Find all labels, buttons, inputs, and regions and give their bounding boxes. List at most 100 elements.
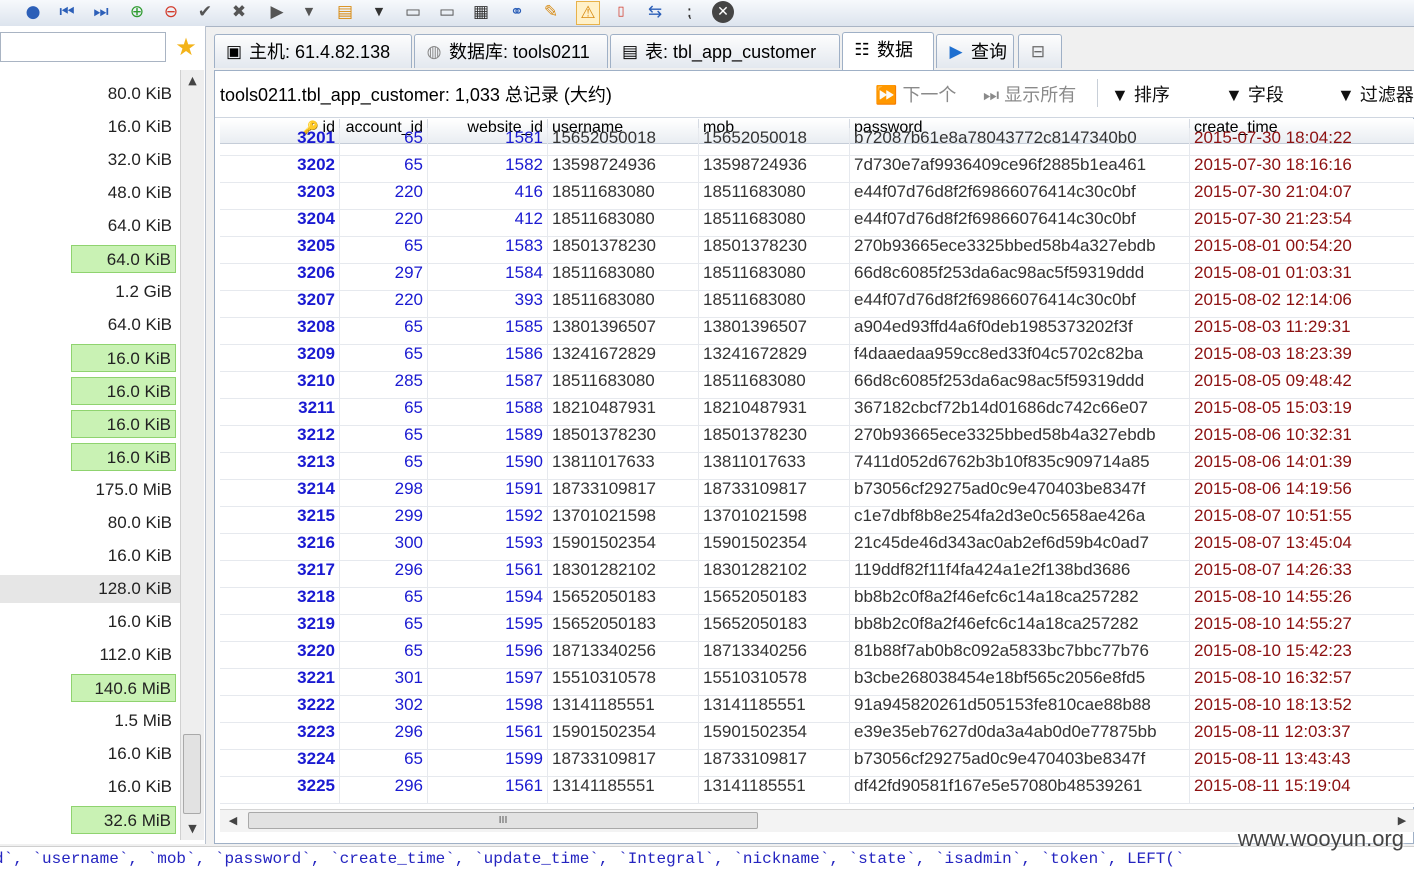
table-row[interactable]: 3222 302 1598 13141185551 13141185551 91a9458… [220, 695, 1414, 723]
cell-website-id[interactable]: 1583 [428, 236, 548, 263]
cell-mob[interactable]: 13241672829 [699, 344, 850, 371]
cell-website-id[interactable]: 1593 [428, 533, 548, 560]
cell-id[interactable]: 3224 [220, 749, 340, 776]
cell-password[interactable]: 66d8c6085f253da6ac98ac5f59319ddd [850, 371, 1190, 398]
cell-create-time[interactable]: 2015-08-10 16:32:57 [1190, 668, 1414, 695]
cell-password[interactable]: bb8b2c0f8a2f46efc6c14a18ca257282 [850, 587, 1190, 614]
cell-website-id[interactable]: 1581 [428, 128, 548, 155]
table-size-item[interactable]: 16.0 KiB [0, 542, 180, 570]
cell-username[interactable]: 13701021598 [548, 506, 699, 533]
cell-account-id[interactable]: 65 [340, 587, 428, 614]
cell-id[interactable]: 3219 [220, 614, 340, 641]
cell-password[interactable]: 81b88f7ab0b8c092a5833bc7bbc77b76 [850, 641, 1190, 668]
table-size-item[interactable]: 80.0 KiB [0, 80, 180, 108]
table-row[interactable]: 3213 65 1590 13811017633 13811017633 7411d052… [220, 452, 1414, 480]
table-row[interactable]: 3206 297 1584 18511683080 18511683080 66d8c60… [220, 263, 1414, 291]
help-icon[interactable]: ● [22, 1, 44, 23]
table-row[interactable]: 3223 296 1561 15901502354 15901502354 e39e35e… [220, 722, 1414, 750]
cell-mob[interactable]: 13801396507 [699, 317, 850, 344]
cell-create-time[interactable]: 2015-08-10 14:55:26 [1190, 587, 1414, 614]
cell-mob[interactable]: 18511683080 [699, 371, 850, 398]
table-row[interactable]: 3210 285 1587 18511683080 18511683080 66d8c60… [220, 371, 1414, 399]
table-size-item[interactable]: 1.5 MiB [0, 707, 180, 735]
table-size-item[interactable]: 175.0 MiB [0, 476, 180, 504]
cell-username[interactable]: 13598724936 [548, 155, 699, 182]
cell-username[interactable]: 18511683080 [548, 182, 699, 209]
cell-account-id[interactable]: 220 [340, 182, 428, 209]
cell-mob[interactable]: 18501378230 [699, 425, 850, 452]
cell-id[interactable]: 3221 [220, 668, 340, 695]
cell-username[interactable]: 13801396507 [548, 317, 699, 344]
cell-account-id[interactable]: 65 [340, 749, 428, 776]
warning-icon[interactable]: ⚠ [576, 1, 600, 25]
dropdown-icon[interactable]: ▼ [298, 1, 320, 23]
cell-id[interactable]: 3203 [220, 182, 340, 209]
cell-mob[interactable]: 15652050183 [699, 614, 850, 641]
cell-id[interactable]: 3202 [220, 155, 340, 182]
cell-create-time[interactable]: 2015-07-30 21:23:54 [1190, 209, 1414, 236]
table-size-item[interactable]: 1.2 GiB [0, 278, 180, 306]
cell-mob[interactable]: 15510310578 [699, 668, 850, 695]
cell-website-id[interactable]: 1588 [428, 398, 548, 425]
cell-account-id[interactable]: 65 [340, 317, 428, 344]
cell-mob[interactable]: 13141185551 [699, 695, 850, 722]
cell-account-id[interactable]: 296 [340, 560, 428, 587]
table-size-item[interactable]: 140.6 MiB [71, 674, 176, 702]
cell-create-time[interactable]: 2015-07-30 18:16:16 [1190, 155, 1414, 182]
cell-password[interactable]: b73056cf29275ad0c9e470403be8347f [850, 479, 1190, 506]
cell-create-time[interactable]: 2015-07-30 21:04:07 [1190, 182, 1414, 209]
tab-new-query[interactable]: ⊟ [1018, 34, 1062, 68]
filter-button[interactable]: ▼ 过滤器 [1337, 81, 1414, 107]
table-row[interactable]: 3215 299 1592 13701021598 13701021598 c1e7dbf… [220, 506, 1414, 534]
cell-username[interactable]: 18733109817 [548, 479, 699, 506]
cell-password[interactable]: 7d730e7af9936409ce96f2885b1ea461 [850, 155, 1190, 182]
cell-website-id[interactable]: 1598 [428, 695, 548, 722]
edit-icon[interactable]: ✎ [540, 1, 562, 23]
cell-account-id[interactable]: 296 [340, 776, 428, 803]
cell-account-id[interactable]: 65 [340, 344, 428, 371]
scroll-up-icon[interactable]: ▲ [181, 74, 204, 87]
cell-password[interactable]: e39e35eb7627d0da3a4ab0d0e77875bb [850, 722, 1190, 749]
query-builder-icon[interactable]: ▤ [334, 1, 356, 23]
cell-id[interactable]: 3209 [220, 344, 340, 371]
table-row[interactable]: 3203 220 416 18511683080 18511683080 e44f07d7… [220, 182, 1414, 210]
cell-mob[interactable]: 18210487931 [699, 398, 850, 425]
cell-password[interactable]: b72087b61e8a78043772c8147340b0 [850, 128, 1190, 155]
table-row[interactable]: 3205 65 1583 18501378230 18501378230 270b9366… [220, 236, 1414, 264]
cell-password[interactable]: 270b93665ece3325bbed58b4a327ebdb [850, 236, 1190, 263]
cell-username[interactable]: 18511683080 [548, 371, 699, 398]
table-row[interactable]: 3219 65 1595 15652050183 15652050183 bb8b2c0f… [220, 614, 1414, 642]
cell-create-time[interactable]: 2015-08-05 09:48:42 [1190, 371, 1414, 398]
cell-account-id[interactable]: 220 [340, 290, 428, 317]
cell-create-time[interactable]: 2015-07-30 18:04:22 [1190, 128, 1414, 155]
cell-create-time[interactable]: 2015-08-10 18:13:52 [1190, 695, 1414, 722]
scroll-down-icon[interactable]: ▼ [181, 822, 204, 835]
cell-website-id[interactable]: 1591 [428, 479, 548, 506]
cell-create-time[interactable]: 2015-08-07 13:45:04 [1190, 533, 1414, 560]
cell-mob[interactable]: 18501378230 [699, 236, 850, 263]
cell-website-id[interactable]: 1597 [428, 668, 548, 695]
cell-mob[interactable]: 13141185551 [699, 776, 850, 803]
table-size-item[interactable]: 16.0 KiB [71, 377, 176, 405]
cell-website-id[interactable]: 1592 [428, 506, 548, 533]
scroll-left-icon[interactable]: ◀ [222, 810, 244, 832]
save-icon[interactable]: ▭ [402, 1, 424, 23]
tree-vertical-scrollbar[interactable]: ▲ ▼ [180, 70, 204, 840]
table-row[interactable]: 3221 301 1597 15510310578 15510310578 b3cbe26… [220, 668, 1414, 696]
cell-create-time[interactable]: 2015-08-07 10:51:55 [1190, 506, 1414, 533]
cell-mob[interactable]: 18301282102 [699, 560, 850, 587]
cell-password[interactable]: 91a945820261d505153fe810cae88b88 [850, 695, 1190, 722]
connect-icon[interactable]: ⚭ [506, 1, 528, 23]
cell-account-id[interactable]: 285 [340, 371, 428, 398]
cell-mob[interactable]: 13701021598 [699, 506, 850, 533]
cell-password[interactable]: c1e7dbf8b8e254fa2d3e0c5658ae426a [850, 506, 1190, 533]
delete-record-icon[interactable]: ⊖ [160, 1, 182, 23]
table-size-item[interactable]: 16.0 KiB [71, 410, 176, 438]
cell-mob[interactable]: 13811017633 [699, 452, 850, 479]
cell-id[interactable]: 3204 [220, 209, 340, 236]
table-row[interactable]: 3202 65 1582 13598724936 13598724936 7d730e7a… [220, 155, 1414, 183]
cell-password[interactable]: a904ed93ffd4a6f0deb1985373202f3f [850, 317, 1190, 344]
cell-create-time[interactable]: 2015-08-02 12:14:06 [1190, 290, 1414, 317]
table-size-item[interactable]: 16.0 KiB [0, 113, 180, 141]
cell-website-id[interactable]: 1599 [428, 749, 548, 776]
